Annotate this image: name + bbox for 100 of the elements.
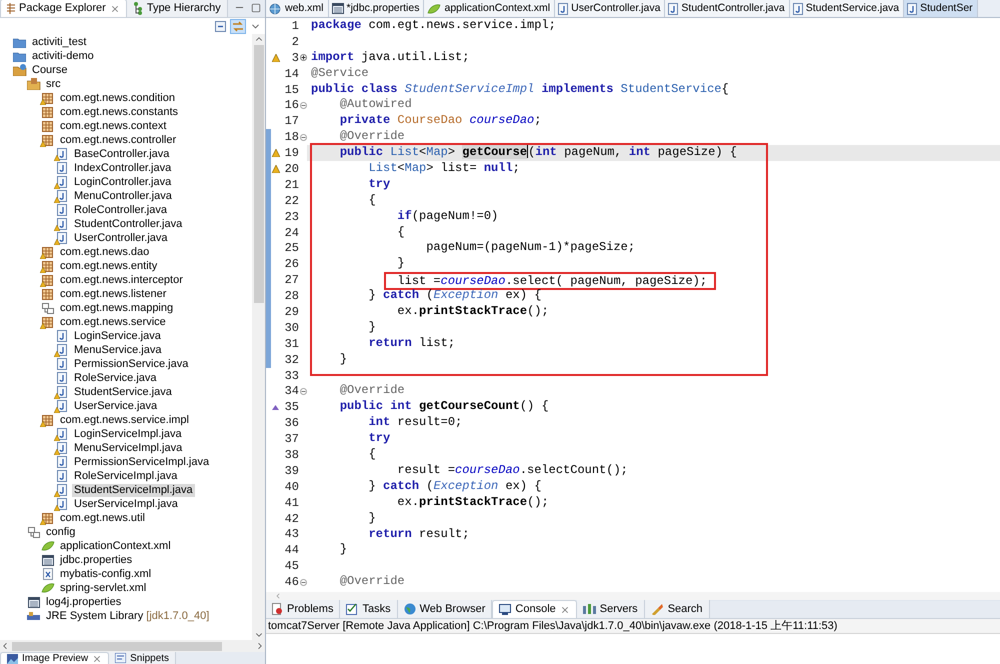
tree-item[interactable]: activiti-demo bbox=[30, 50, 96, 62]
view-tab[interactable]: Tasks bbox=[340, 600, 398, 618]
tree-item[interactable]: com.egt.news.listener bbox=[58, 288, 168, 300]
tree-item[interactable]: LoginController.java bbox=[72, 176, 174, 188]
tree-item[interactable]: com.egt.news.service bbox=[58, 316, 168, 328]
code-line: package com.egt.news.service.impl; bbox=[311, 18, 556, 32]
arrows-icon bbox=[232, 20, 244, 32]
collapse-fold-icon[interactable] bbox=[300, 578, 306, 586]
tree-item[interactable]: JRE System Library [jdk1.7.0_40] bbox=[44, 610, 212, 622]
package-icon bbox=[42, 512, 53, 524]
vertical-scrollbar[interactable] bbox=[252, 34, 265, 640]
tree-item[interactable]: BaseController.java bbox=[72, 148, 172, 160]
collapse-fold-icon[interactable] bbox=[300, 388, 306, 395]
editor-tab[interactable]: *jdbc.properties bbox=[328, 0, 424, 17]
tree-item[interactable]: Course bbox=[30, 64, 70, 76]
image-icon bbox=[7, 654, 18, 664]
link-editor-button[interactable] bbox=[230, 18, 246, 34]
view-tab[interactable]: Servers bbox=[576, 600, 645, 618]
tree-item[interactable]: src bbox=[44, 78, 63, 90]
tree-item[interactable]: com.egt.news.controller bbox=[58, 134, 178, 146]
view-tab[interactable]: Console bbox=[492, 600, 577, 618]
view-tab[interactable]: Web Browser bbox=[398, 600, 492, 618]
editor-tab[interactable]: StudentController.java bbox=[665, 0, 790, 17]
editor-tab[interactable]: StudentService.java bbox=[790, 0, 904, 17]
tree-item[interactable]: PermissionService.java bbox=[72, 358, 190, 370]
tree-item[interactable]: spring-servlet.xml bbox=[58, 582, 148, 594]
java-file-icon bbox=[56, 176, 66, 188]
view-tab[interactable]: Package Explorer bbox=[0, 0, 127, 17]
leaf-icon bbox=[40, 583, 54, 593]
maximize-icon[interactable] bbox=[251, 3, 261, 13]
close-icon[interactable] bbox=[560, 604, 570, 614]
console-title: tomcat7Server [Remote Java Application] C:\Program Files\Java\jdk1.7.0_40\bin\javaw.exe (2018-1-15 上午11:11:53) bbox=[268, 618, 838, 634]
tree-item[interactable]: com.egt.news.util bbox=[58, 512, 147, 524]
code-line: } bbox=[368, 320, 376, 334]
tree-item[interactable]: com.egt.news.mapping bbox=[58, 302, 176, 314]
tree-item[interactable]: jdbc.properties bbox=[58, 554, 134, 566]
tree-item[interactable]: config bbox=[44, 526, 78, 538]
horizontal-scrollbar[interactable] bbox=[266, 592, 1000, 600]
tree-item[interactable]: MenuServiceImpl.java bbox=[72, 442, 184, 454]
code-line: public List<Map> getCourse(int pageNum, int pageSize) { bbox=[340, 145, 737, 160]
collapse-all-icon[interactable] bbox=[215, 20, 226, 32]
scroll-left-icon[interactable] bbox=[274, 592, 282, 600]
tree-item[interactable]: com.egt.news.context bbox=[58, 120, 168, 132]
view-tab[interactable]: Image Preview bbox=[0, 652, 110, 664]
view-tab[interactable]: Problems bbox=[266, 600, 340, 618]
editor-tab[interactable]: StudentSer bbox=[904, 0, 978, 17]
tree-item[interactable]: UserServiceImpl.java bbox=[72, 498, 180, 510]
tree-item[interactable]: com.egt.news.entity bbox=[58, 260, 160, 272]
editor-tab[interactable]: applicationContext.xml bbox=[424, 0, 556, 17]
expand-fold-icon[interactable] bbox=[300, 54, 306, 62]
code-line: try bbox=[368, 431, 390, 446]
java-file-icon bbox=[56, 204, 66, 216]
close-icon[interactable] bbox=[110, 4, 120, 14]
tree-item[interactable]: log4j.properties bbox=[44, 596, 124, 608]
line-number: 38 bbox=[284, 447, 299, 464]
code-line: return list; bbox=[368, 336, 456, 350]
tree-item[interactable]: com.egt.news.constants bbox=[58, 106, 180, 118]
editor-tab[interactable]: UserController.java bbox=[555, 0, 666, 17]
tree-item[interactable]: StudentService.java bbox=[72, 386, 174, 398]
tree-item[interactable]: RoleServiceImpl.java bbox=[72, 470, 180, 482]
tree-item[interactable]: StudentController.java bbox=[72, 218, 184, 230]
tree-item[interactable]: PermissionServiceImpl.java bbox=[72, 456, 212, 468]
tree-item[interactable]: applicationContext.xml bbox=[58, 540, 173, 552]
collapse-fold-icon[interactable] bbox=[300, 102, 306, 109]
code-line: { bbox=[368, 447, 376, 462]
line-number: 35 bbox=[284, 399, 299, 416]
tree-item[interactable]: LoginServiceImpl.java bbox=[72, 428, 184, 440]
tree-item[interactable]: MenuController.java bbox=[72, 190, 174, 202]
line-number: 21 bbox=[284, 176, 299, 194]
editor-tab[interactable]: web.xml bbox=[266, 0, 329, 17]
tree-item[interactable]: com.egt.news.interceptor bbox=[58, 274, 185, 286]
line-number: 17 bbox=[284, 113, 299, 130]
line-number: 41 bbox=[284, 494, 299, 512]
view-tab[interactable]: Search bbox=[644, 600, 710, 618]
java-file-icon bbox=[56, 330, 66, 342]
view-tab[interactable]: Type Hierarchy bbox=[126, 0, 228, 17]
tree-item[interactable]: com.egt.news.condition bbox=[58, 92, 177, 104]
tree-item[interactable]: LoginService.java bbox=[72, 330, 163, 342]
line-number: 36 bbox=[284, 415, 299, 432]
view-tab[interactable]: Snippets bbox=[109, 652, 176, 664]
code-line: } catch (Exception ex) { bbox=[368, 478, 542, 493]
close-icon[interactable] bbox=[92, 654, 102, 664]
tree-item[interactable]: com.egt.news.dao bbox=[58, 246, 152, 258]
horizontal-scrollbar[interactable] bbox=[0, 640, 265, 652]
tree-item[interactable]: UserController.java bbox=[72, 232, 170, 244]
java-file-icon bbox=[56, 148, 66, 160]
tree-item[interactable]: MenuService.java bbox=[72, 344, 164, 356]
tree-item[interactable]: StudentServiceImpl.java bbox=[72, 484, 195, 496]
tree-item[interactable]: mybatis-config.xml bbox=[58, 568, 154, 580]
code-line: } bbox=[340, 542, 348, 556]
tree-item[interactable]: UserService.java bbox=[72, 400, 160, 412]
code-line: public class StudentServiceImpl implements StudentService{ bbox=[311, 82, 729, 96]
tree-item[interactable]: RoleController.java bbox=[72, 204, 169, 216]
tree-item[interactable]: IndexController.java bbox=[72, 162, 174, 174]
tree-item[interactable]: activiti_test bbox=[30, 36, 88, 48]
line-number: 22 bbox=[284, 192, 299, 210]
tree-item[interactable]: com.egt.news.service.impl bbox=[58, 414, 191, 426]
problems-icon bbox=[272, 603, 283, 615]
tree-item[interactable]: RoleService.java bbox=[72, 372, 159, 384]
collapse-fold-icon[interactable] bbox=[300, 134, 306, 141]
